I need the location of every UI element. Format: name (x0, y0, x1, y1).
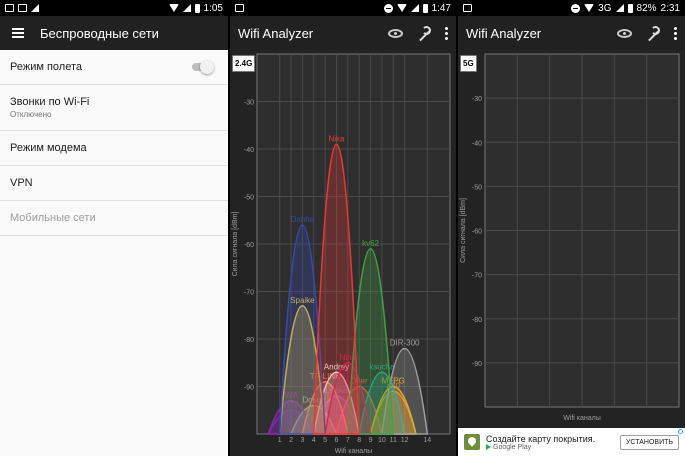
x-tick-label: 12 (401, 437, 409, 444)
status-time: 1:47 (431, 2, 451, 14)
status-time: 1:05 (203, 2, 223, 14)
status-bar: 1:05 (0, 0, 228, 16)
cell-signal-icon (182, 4, 191, 12)
y-axis-label: Сила сигнала [dBm] (232, 212, 239, 277)
y-tick-label: -80 (472, 317, 482, 324)
image-notification-icon (235, 4, 244, 12)
y-tick-label: -70 (244, 290, 254, 297)
app-title: Wifi Analyzer (238, 25, 314, 41)
app-title: Wifi Analyzer (466, 25, 542, 41)
eye-icon[interactable] (388, 28, 403, 38)
ad-info-icon[interactable] (678, 429, 683, 434)
battery-percent: 82% (636, 2, 657, 14)
settings-appbar: Беспроводные сети (0, 16, 228, 50)
eye-icon[interactable] (617, 28, 632, 38)
x-tick-label: 5 (323, 437, 327, 444)
battery-icon (194, 3, 200, 13)
y-tick-label: -40 (244, 147, 254, 154)
map-pin-icon (464, 434, 480, 450)
channel-graph-24g: -30-40-50-60-70-80-901 2 3 4 5 6 7 8 9 10 11 12 14Wi… (232, 53, 451, 455)
network-label: kv62 (362, 239, 379, 248)
cell-signal-icon (410, 4, 419, 12)
wifi-analyzer-5g-screen: 3G 82% 2:31 Wifi Analyzer 5G -30 -40 -50 -6… (458, 0, 685, 456)
x-tick-label: 9 (369, 437, 373, 444)
download-notification-icon (31, 4, 39, 12)
wifi-analyzer-24g-screen: 1:47 Wifi Analyzer 2.4G -30 -40 -50 -60 -70-… (230, 0, 456, 456)
wifi-calling-item[interactable]: Звонки по Wi-Fi Отключено (0, 85, 228, 131)
airplane-mode-label: Режим полета (10, 61, 83, 73)
x-tick-label: 11 (390, 437, 397, 444)
y-tick-label: -30 (244, 100, 254, 107)
more-vert-icon[interactable] (445, 26, 448, 40)
google-play-icon (486, 444, 491, 450)
page-title: Беспроводные сети (40, 25, 159, 41)
wifi-calling-status: Отключено (10, 110, 52, 119)
network-label: Dahha (291, 215, 315, 224)
x-tick-label: 6 (335, 437, 339, 444)
y-tick-label: -30 (472, 96, 482, 103)
y-axis-label: Сила сигнала [dBm] (460, 198, 467, 263)
ad-title: Создайте карту покрытия. (486, 433, 596, 444)
y-tick-label: -80 (244, 337, 254, 344)
y-tick-label: -40 (472, 140, 482, 147)
battery-icon (627, 3, 633, 13)
network-type: 3G (598, 2, 612, 14)
wifi-calling-label: Звонки по Wi-Fi (10, 96, 90, 108)
network-label: Nika (328, 134, 345, 143)
x-tick-label: 3 (300, 437, 304, 444)
analyzer-appbar: Wifi Analyzer (458, 16, 685, 50)
network-label: DIR-300 (390, 339, 420, 348)
ad-banner[interactable]: Создайте карту покрытия. Google Play УСТ… (458, 428, 685, 456)
ad-source: Google Play (486, 444, 595, 451)
more-vert-icon[interactable] (674, 26, 677, 40)
x-tick-label: 14 (423, 437, 431, 444)
airplane-mode-toggle[interactable] (192, 60, 214, 74)
y-tick-label: -50 (244, 195, 254, 202)
wifi-signal-icon (396, 4, 407, 12)
y-tick-label: -50 (472, 184, 482, 191)
mobile-networks-item: Мобильные сети (0, 201, 228, 236)
menu-icon[interactable] (12, 28, 24, 38)
image-notification-icon (463, 4, 472, 12)
status-time: 2:31 (660, 2, 680, 14)
y-tick-label: -60 (472, 229, 482, 236)
wireless-settings-screen: 1:05 Беспроводные сети Режим полета Звон… (0, 0, 228, 456)
wrench-icon[interactable] (417, 26, 431, 40)
status-bar: 3G 82% 2:31 (458, 0, 685, 16)
wrench-icon[interactable] (646, 26, 660, 40)
do-not-disturb-icon (383, 3, 393, 13)
vpn-label: VPN (10, 177, 33, 189)
wifi-signal-icon (584, 4, 595, 12)
gallery-notification-icon (18, 4, 27, 12)
y-tick-label: -90 (244, 385, 254, 392)
x-tick-label: 2 (289, 437, 293, 444)
channel-graph-5g: -30 -40 -50 -60 -70 -80 -90 Wifi каналы Сила сиг… (460, 53, 680, 422)
x-tick-label: 10 (378, 437, 386, 444)
airplane-mode-item[interactable]: Режим полета (0, 50, 228, 85)
x-tick-label: 4 (312, 437, 316, 444)
install-button[interactable]: УСТАНОВИТЬ (619, 434, 679, 450)
battery-icon (422, 3, 428, 13)
status-bar: 1:47 (230, 0, 456, 16)
x-axis-label: Wifi каналы (335, 448, 373, 455)
settings-list: Режим полета Звонки по Wi-Fi Отключено Р… (0, 50, 228, 236)
x-tick-label: 8 (357, 437, 361, 444)
analyzer-appbar: Wifi Analyzer (230, 16, 456, 50)
wifi-signal-icon (168, 4, 179, 12)
tethering-item[interactable]: Режим модема (0, 131, 228, 166)
y-tick-label: -60 (244, 242, 254, 249)
do-not-disturb-icon (571, 3, 581, 13)
x-tick-label: 1 (278, 437, 282, 444)
cell-signal-icon (615, 4, 624, 12)
y-tick-label: -70 (472, 273, 482, 280)
x-axis-label: Wifi каналы (563, 415, 601, 422)
ad-source-label: Google Play (493, 443, 532, 451)
vpn-item[interactable]: VPN (0, 166, 228, 201)
y-tick-label: -90 (472, 361, 482, 368)
x-tick-label: 7 (346, 437, 350, 444)
image-notification-icon (5, 4, 14, 12)
mobile-networks-label: Мобильные сети (10, 212, 96, 224)
tethering-label: Режим модема (10, 142, 87, 154)
